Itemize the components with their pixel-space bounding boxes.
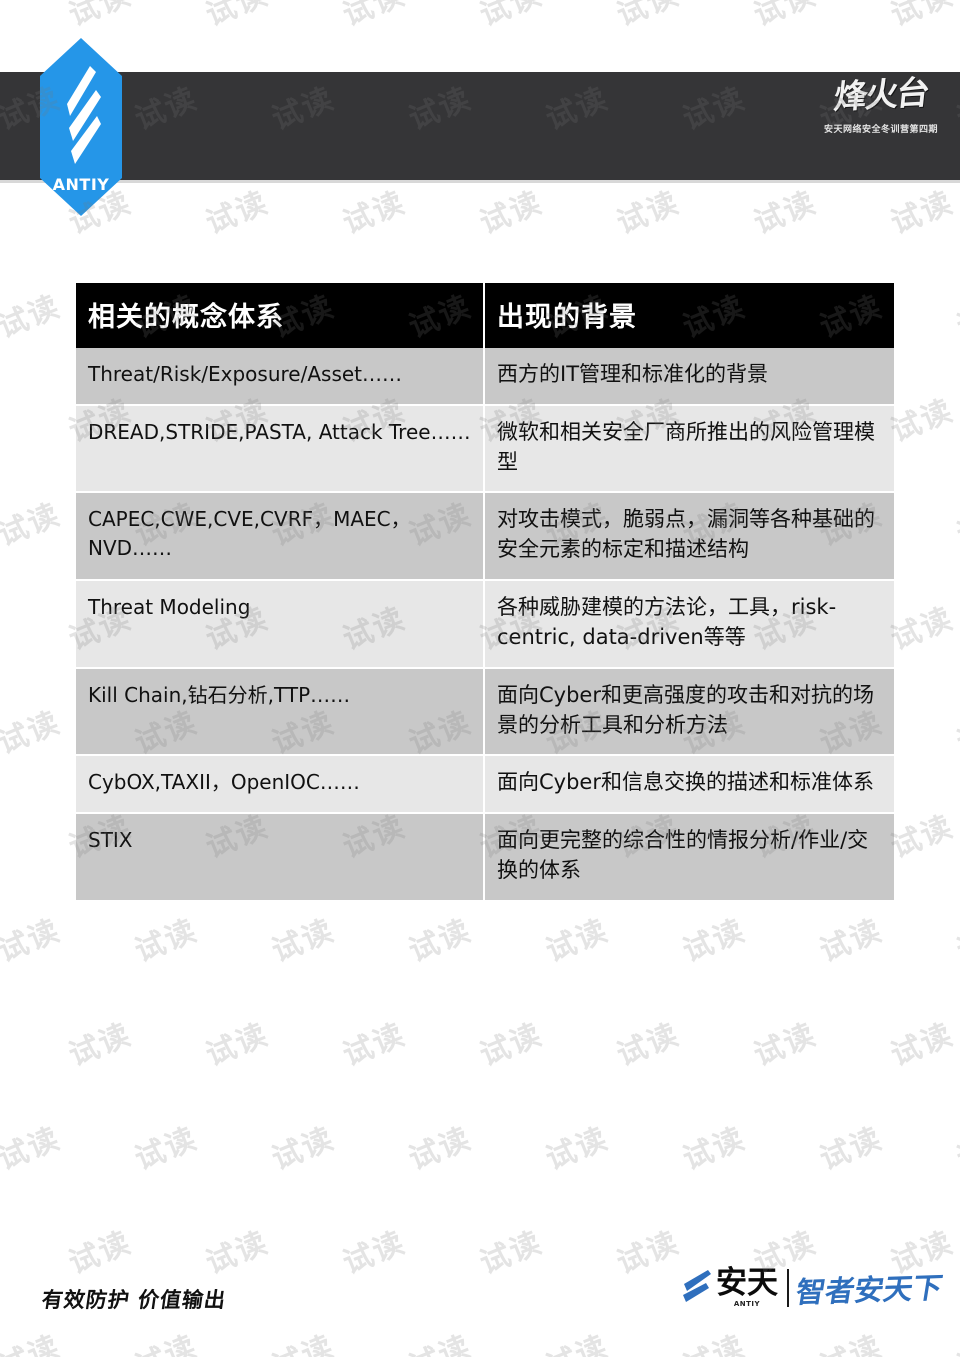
watermark-text: 试读: [815, 1121, 888, 1178]
watermark-text: 试读: [886, 601, 959, 658]
watermark-text: 试读: [64, 1225, 137, 1282]
cell-term: Threat/Risk/Exposure/Asset……: [76, 348, 485, 406]
watermark-text: 试读: [749, 1017, 822, 1074]
cell-background: 各种威胁建模的方法论，工具，risk-centric, data-driven等…: [484, 580, 894, 669]
antiy-feather-icon: ANTIY: [40, 38, 122, 216]
footer-logo: 安天 ANTIY 智者安天下: [678, 1258, 945, 1318]
watermark-text: 试读: [0, 1322, 66, 1357]
watermark-text: 试读: [127, 1322, 203, 1357]
table-row: Threat Modeling 各种威胁建模的方法论，工具，risk-centr…: [76, 580, 894, 669]
table-row: Threat/Risk/Exposure/Asset…… 西方的IT管理和标准化…: [76, 348, 894, 406]
cell-term: Threat Modeling: [76, 580, 485, 669]
watermark-text: 试读: [678, 913, 751, 970]
cell-background: 面向Cyber和更高强度的攻击和对抗的场景的分析工具和分析方法: [484, 667, 894, 757]
watermark-text: 试读: [541, 1121, 614, 1178]
cell-background: 对攻击模式，脆弱点，漏洞等各种基础的安全元素的标定和描述结构: [484, 492, 894, 582]
watermark-text: 试读: [475, 1225, 548, 1282]
watermark-text: 试读: [675, 1322, 751, 1357]
cell-background: 面向Cyber和信息交换的描述和标准体系: [484, 755, 894, 815]
column-header-background: 出现的背景: [484, 283, 894, 348]
watermark-text: 试读: [401, 1322, 477, 1357]
footer-brand-name: 安天: [715, 1265, 778, 1301]
antiy-logo-badge: ANTIY: [40, 38, 122, 216]
cell-term: Kill Chain,钻石分析,TTP……: [76, 667, 485, 757]
watermark-text: 试读: [952, 1121, 960, 1178]
antiy-feather-icon: [678, 1267, 712, 1309]
watermark-text: 试读: [612, 1017, 685, 1074]
concept-system-table: 相关的概念体系 出现的背景 Threat/Risk/Exposure/Asset…: [76, 283, 894, 902]
header-band: [0, 72, 960, 180]
cell-background: 面向更完整的综合性的情报分析/作业/交换的体系: [484, 813, 894, 902]
watermark-text: 试读: [201, 1017, 274, 1074]
watermark-text: 试读: [0, 1121, 66, 1178]
watermark-text: 试读: [404, 913, 477, 970]
watermark-text: 试读: [475, 185, 548, 242]
watermark-text: 试读: [201, 185, 274, 242]
watermark-text: 试读: [64, 0, 137, 34]
watermark-text: 试读: [0, 705, 66, 762]
watermark-text: 试读: [338, 185, 411, 242]
table-row: CAPEC,CWE,CVE,CVRF，MAEC，NVD…… 对攻击模式，脆弱点，…: [76, 492, 894, 582]
footer-logo-divider: [786, 1269, 789, 1307]
watermark-text: 试读: [678, 1121, 751, 1178]
watermark-text: 试读: [886, 0, 959, 34]
table-row: CybOX,TAXII，OpenIOC…… 面向Cyber和信息交换的描述和标准…: [76, 755, 894, 815]
cell-term: DREAD,STRIDE,PASTA, Attack Tree……: [76, 404, 485, 494]
cell-background: 西方的IT管理和标准化的背景: [484, 348, 894, 406]
watermark-text: 试读: [612, 1225, 685, 1282]
watermark-text: 试读: [952, 497, 960, 554]
watermark-text: 试读: [952, 705, 960, 762]
watermark-text: 试读: [475, 0, 548, 34]
table-row: Kill Chain,钻石分析,TTP…… 面向Cyber和更高强度的攻击和对抗…: [76, 667, 894, 757]
watermark-text: 试读: [264, 1322, 340, 1357]
watermark-text: 试读: [812, 1322, 888, 1357]
antiy-badge-brand: ANTIY: [53, 175, 110, 194]
watermark-text: 试读: [404, 1121, 477, 1178]
cell-term: CybOX,TAXII，OpenIOC……: [76, 755, 485, 815]
watermark-text: 试读: [0, 497, 66, 554]
watermark-text: 试读: [201, 1225, 274, 1282]
footer-tagline: 智者安天下: [793, 1270, 945, 1310]
watermark-text: 试读: [267, 1121, 340, 1178]
calligraphy-title: 烽火台: [832, 72, 930, 117]
calligraphy-mark: 烽火台 安天网络安全冬训营第四期: [820, 72, 942, 178]
column-header-term: 相关的概念体系: [76, 283, 485, 348]
watermark-text: 试读: [338, 0, 411, 34]
watermark-text: 试读: [130, 913, 203, 970]
table-header-row: 相关的概念体系 出现的背景: [76, 283, 894, 348]
cell-term: STIX: [76, 813, 485, 902]
watermark-text: 试读: [0, 289, 66, 346]
watermark-text: 试读: [338, 1225, 411, 1282]
watermark-text: 试读: [338, 1017, 411, 1074]
footer-brand-sub: ANTIY: [733, 1300, 761, 1308]
watermark-text: 试读: [815, 913, 888, 970]
watermark-text: 试读: [886, 393, 959, 450]
watermark-text: 试读: [130, 1121, 203, 1178]
watermark-text: 试读: [538, 1322, 614, 1357]
table-row: STIX 面向更完整的综合性的情报分析/作业/交换的体系: [76, 813, 894, 902]
watermark-text: 试读: [475, 1017, 548, 1074]
watermark-text: 试读: [749, 0, 822, 34]
watermark-text: 试读: [0, 913, 66, 970]
watermark-text: 试读: [949, 1322, 960, 1357]
watermark-text: 试读: [952, 289, 960, 346]
watermark-text: 试读: [886, 185, 959, 242]
watermark-text: 试读: [886, 809, 959, 866]
watermark-text: 试读: [64, 1017, 137, 1074]
watermark-text: 试读: [749, 185, 822, 242]
cell-term: CAPEC,CWE,CVE,CVRF，MAEC，NVD……: [76, 492, 485, 582]
watermark-text: 试读: [886, 1017, 959, 1074]
watermark-text: 试读: [612, 0, 685, 34]
header-bottom-rule: [0, 180, 960, 183]
watermark-text: 试读: [541, 913, 614, 970]
table-row: DREAD,STRIDE,PASTA, Attack Tree…… 微软和相关安…: [76, 404, 894, 494]
footer-slogan: 有效防护 价值输出: [40, 1287, 228, 1312]
watermark-text: 试读: [612, 185, 685, 242]
footer-brand-block: 安天 ANTIY: [715, 1265, 778, 1309]
cell-background: 微软和相关安全厂商所推出的风险管理模型: [484, 404, 894, 494]
watermark-text: 试读: [201, 0, 274, 34]
calligraphy-subtitle: 安天网络安全冬训营第四期: [823, 125, 938, 135]
watermark-text: 试读: [267, 913, 340, 970]
watermark-text: 试读: [952, 913, 960, 970]
